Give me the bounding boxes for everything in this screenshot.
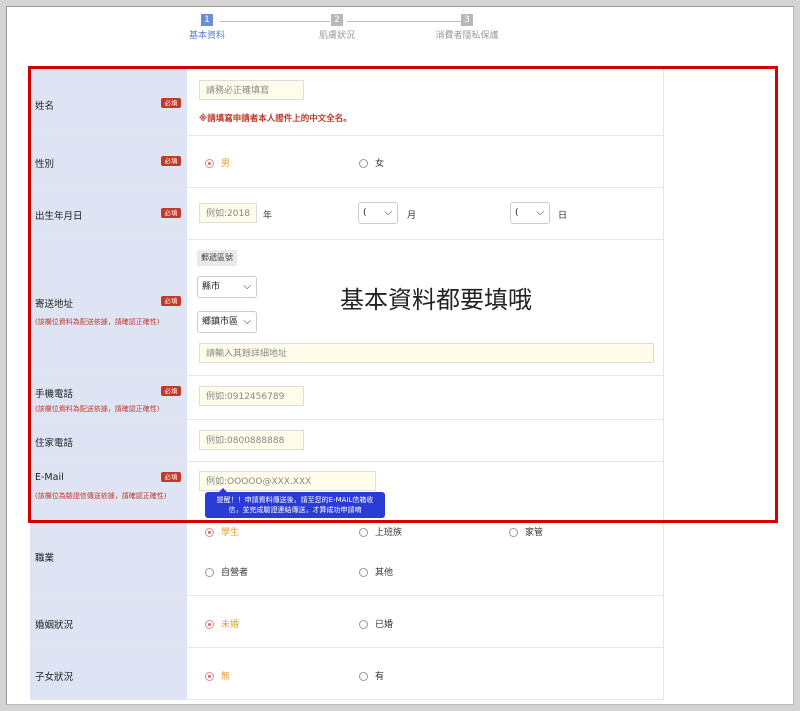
children-yes-radio[interactable]: 有 [359,669,384,682]
radio-icon [359,568,368,577]
step-label: 消費者隱私保護 [435,31,499,41]
occupation-homemaker-radio[interactable]: 家管 [509,525,543,538]
marital-single-radio[interactable]: 未婚 [205,617,239,630]
step-number: 1 [201,14,213,26]
occupation-student-radio[interactable]: 學生 [205,525,239,538]
radio-checked-icon [205,620,214,629]
step-label: 肌膚狀況 [318,31,355,41]
step-2: 2 肌膚狀況 [292,14,382,41]
progress-stepper: 1 基本資料 2 肌膚狀況 3 消費者隱私保護 [180,14,520,44]
step-1: 1 基本資料 [162,14,252,41]
radio-checked-icon [205,528,214,537]
radio-icon [359,528,368,537]
field-label: 婚姻狀況 [35,620,74,631]
field-label: 職業 [35,553,55,564]
row-occupation: 職業 學生 上班族 家管 自營者 其他 [30,522,664,596]
step-number: 2 [331,14,343,26]
radio-icon [359,620,368,629]
row-children: 子女狀況 無 有 [30,648,664,700]
occupation-self-employed-radio[interactable]: 自營者 [205,565,248,578]
row-marital: 婚姻狀況 未婚 已婚 [30,596,664,648]
radio-icon [509,528,518,537]
field-label: 子女狀況 [35,672,74,683]
step-number: 3 [461,14,473,26]
occupation-office-radio[interactable]: 上班族 [359,525,402,538]
marital-married-radio[interactable]: 已婚 [359,617,393,630]
radio-icon [205,568,214,577]
annotation-caption: 基本資料都要填哦 [340,286,532,314]
radio-checked-icon [205,672,214,681]
step-3: 3 消費者隱私保護 [422,14,512,41]
step-label: 基本資料 [188,31,225,41]
radio-icon [359,672,368,681]
occupation-other-radio[interactable]: 其他 [359,565,393,578]
children-none-radio[interactable]: 無 [205,669,230,682]
